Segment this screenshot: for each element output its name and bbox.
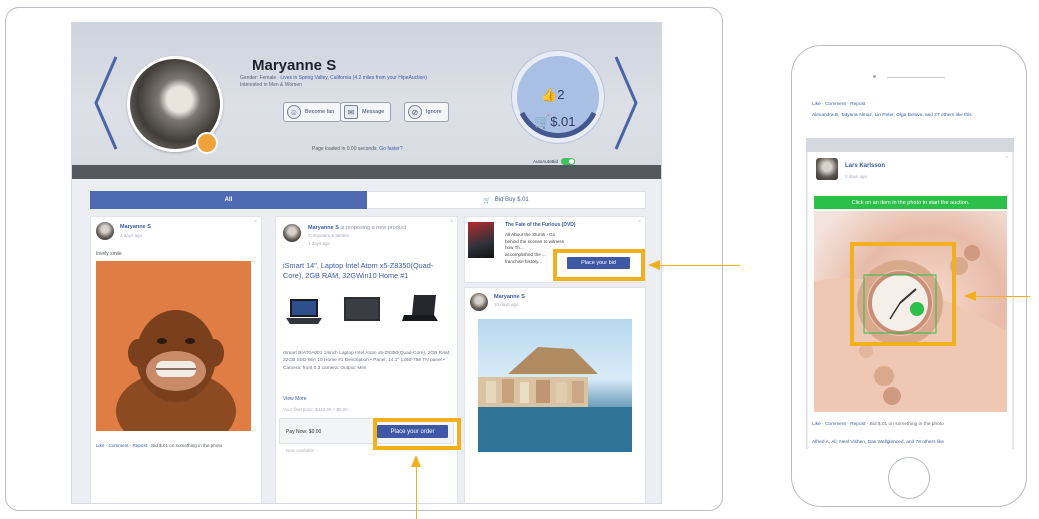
avatar[interactable] (283, 224, 301, 242)
profile-interest: Interested in Men & Women (240, 82, 302, 88)
camera-dot (873, 75, 876, 78)
post-time: 4 days ago (120, 233, 143, 238)
feed-tabs: All 🛒 Bid Buy $.01 (90, 191, 646, 209)
close-icon[interactable]: × (638, 219, 641, 225)
arrow-up-icon (411, 455, 421, 467)
product-title[interactable]: iSmart 14", Laptop Intel Atom x5-Z8350(Q… (283, 261, 453, 281)
connector-line (975, 296, 1030, 297)
product-title[interactable]: The Fate of the Furious (DVD) (505, 222, 576, 228)
likes-count: 👍2 (541, 87, 565, 102)
phone-speaker (887, 77, 945, 78)
pay-now: Pay Now: $0.00 (286, 429, 322, 435)
ignore-icon: ⊘ (408, 105, 422, 119)
connector-line (660, 265, 740, 266)
dvd-cover[interactable] (468, 222, 494, 258)
post-footer: Like · Comment · Repost · Bid $.01 on so… (96, 443, 223, 448)
page-load-note: Page loaded in 0.00 seconds. Go faster? (312, 146, 403, 152)
avatar[interactable] (96, 222, 114, 240)
become-fan-button[interactable]: ☺ Become fan (283, 102, 342, 122)
toggle-switch[interactable] (561, 158, 576, 165)
likes-text: Alexandra B, Tatyana Almaz, Lin Peter, O… (812, 113, 973, 118)
tab-bid-buy[interactable]: 🛒 Bid Buy $.01 (367, 191, 646, 209)
feed-gap (806, 138, 1014, 152)
close-icon[interactable]: × (450, 219, 453, 225)
arrow-left-icon (648, 260, 660, 270)
profile-name: Maryanne S (252, 57, 337, 74)
post-footer: Like · Comment · Repost · Bid $.01 on so… (812, 422, 944, 427)
close-icon[interactable]: × (254, 219, 257, 225)
bid-price: 🛒$.01 (534, 114, 576, 129)
cart-icon: 🛒 (534, 114, 551, 129)
go-faster-link[interactable]: Go faster? (379, 146, 402, 152)
orangutan-photo[interactable] (96, 261, 251, 431)
coastal-town-photo[interactable] (478, 319, 632, 452)
post-author: Maryanne S is proposing a new product (308, 225, 407, 231)
laptop-image[interactable] (284, 296, 324, 326)
likes-text: Alfred A, Ali, Neel Vishen, Das Wellglen… (812, 440, 945, 445)
post-category: Computers & tablets (308, 233, 349, 238)
avatar[interactable] (470, 293, 488, 311)
fan-icon: ☺ (287, 105, 301, 119)
product-description: iSmart BIAT0A001 14inch Laptop Intel Ato… (283, 351, 451, 371)
chevron-right-icon[interactable] (612, 53, 640, 153)
post-actions: Like · Comment · Repost (812, 102, 866, 107)
bid-highlight (553, 249, 645, 281)
thumbs-up-icon: 👍 (541, 87, 558, 102)
stock-note: Now available (286, 448, 315, 453)
chevron-left-icon[interactable] (92, 53, 120, 153)
arrow-left-icon (964, 291, 976, 301)
tab-all[interactable]: All (90, 191, 367, 209)
watch-highlight (850, 242, 956, 346)
final-price: Your final price: $442.00 + $0.00 (283, 407, 348, 412)
view-more-link[interactable]: View More (283, 396, 307, 402)
post-author[interactable]: Maryanne S (120, 224, 151, 230)
message-icon: ✉ (344, 105, 358, 119)
laptop-image[interactable] (342, 294, 382, 324)
ignore-button[interactable]: ⊘ Ignore (404, 102, 449, 122)
post-time: 10 days ago (494, 302, 519, 307)
badge-icon (196, 132, 218, 154)
cart-icon: 🛒 (483, 197, 491, 204)
message-button[interactable]: ✉ Message (340, 102, 392, 122)
profile-gender: Gender: Female Lives in Spring Valley, C… (240, 75, 427, 81)
post-time: 1 days ago (308, 241, 331, 246)
marketing-illustration: Maryanne S Gender: Female Lives in Sprin… (0, 0, 1039, 519)
close-icon[interactable]: × (1005, 155, 1008, 161)
avatar[interactable] (816, 158, 838, 180)
laptop-image[interactable] (400, 293, 440, 323)
home-button[interactable] (888, 457, 930, 499)
order-highlight (373, 418, 461, 450)
connector-line (416, 466, 417, 519)
auto-bid-toggle[interactable]: AutoAutoBid (533, 158, 576, 165)
post-time: 3 days ago (845, 174, 868, 179)
auction-banner: Click on an item in the photo to start t… (814, 196, 1007, 209)
header-divider (72, 165, 661, 179)
post-author[interactable]: Maryanne S (494, 294, 525, 300)
post-author[interactable]: Lars Karlsson (845, 163, 885, 169)
post-text: lovely smile (96, 251, 122, 257)
